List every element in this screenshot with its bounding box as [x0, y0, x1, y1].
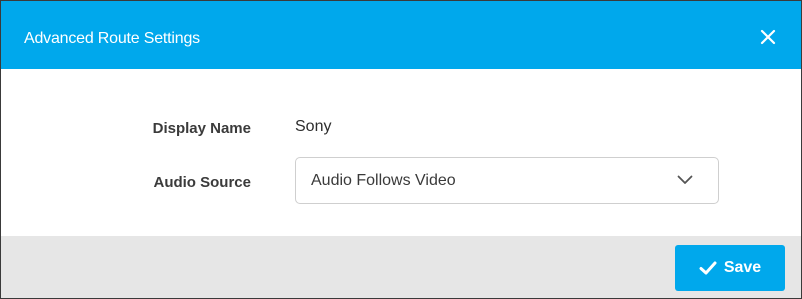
dialog-footer: Save — [1, 236, 801, 298]
dialog-title: Advanced Route Settings — [24, 30, 200, 47]
advanced-route-settings-dialog: Advanced Route Settings Display Name Son… — [0, 0, 802, 299]
audio-source-selected-value: Audio Follows Video — [311, 172, 456, 189]
check-icon — [699, 261, 717, 275]
dialog-body: Display Name Sony Audio Source Audio Fol… — [1, 69, 801, 236]
display-name-value: Sony — [295, 118, 332, 135]
dialog-header: Advanced Route Settings — [1, 1, 801, 69]
display-name-label: Display Name — [152, 120, 251, 137]
audio-source-select[interactable]: Audio Follows Video — [295, 157, 719, 204]
audio-source-label: Audio Source — [153, 174, 251, 191]
close-icon — [760, 29, 776, 45]
close-button[interactable] — [758, 27, 778, 47]
save-button-label: Save — [723, 259, 762, 276]
save-button[interactable]: Save — [675, 245, 785, 291]
chevron-down-icon — [677, 175, 693, 184]
